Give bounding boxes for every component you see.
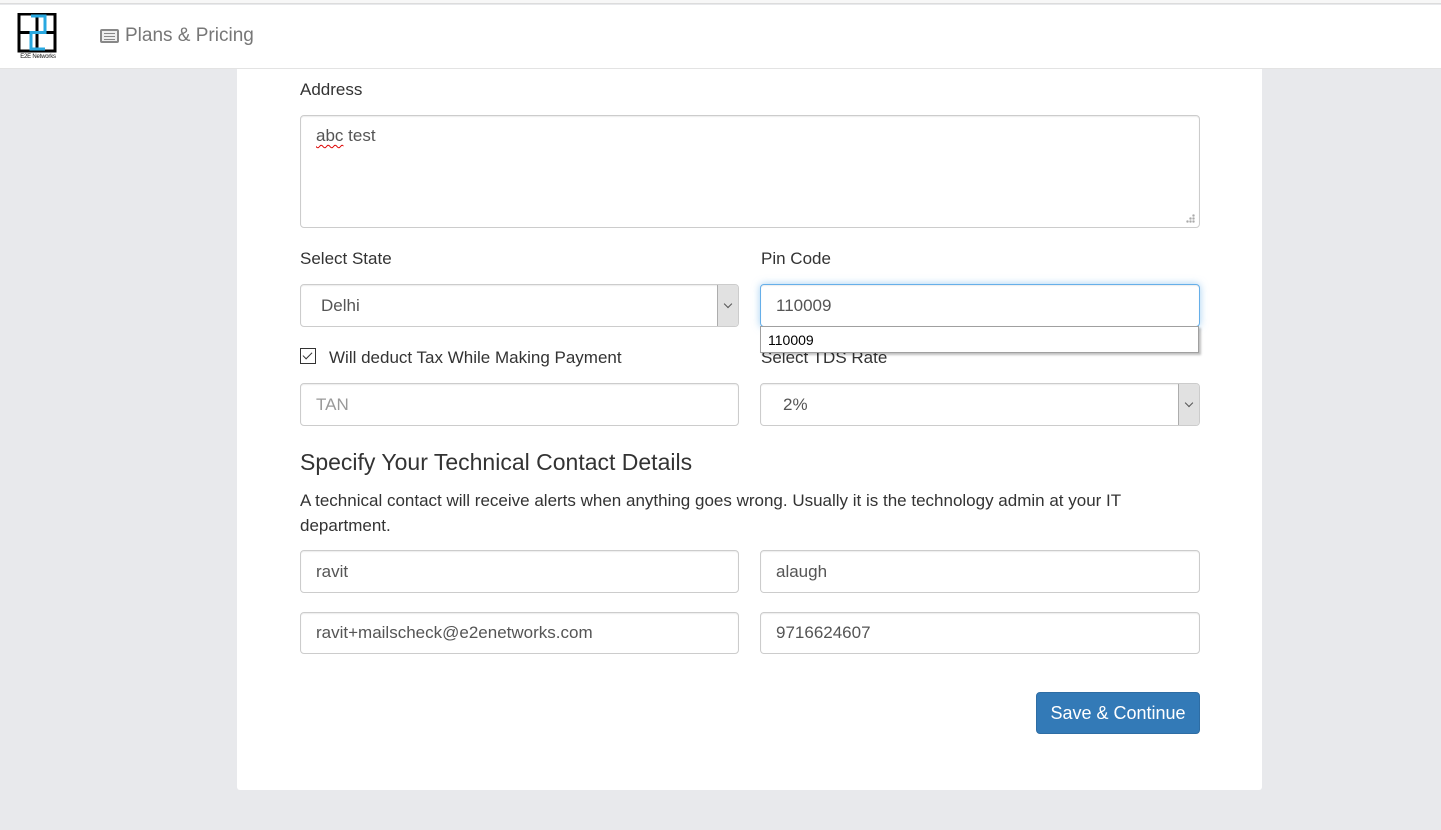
- browser-top-strip: [0, 0, 1441, 4]
- last-name-value: alaugh: [776, 561, 828, 581]
- save-continue-button[interactable]: Save & Continue: [1036, 692, 1200, 734]
- address-label: Address: [300, 80, 363, 99]
- state-label: Select State: [300, 249, 392, 268]
- email-value: ravit+mailscheck@e2enetworks.com: [316, 623, 593, 642]
- pin-code-label: Pin Code: [761, 249, 831, 268]
- state-selected-value: Delhi: [321, 295, 360, 315]
- logo-text: E2E Networks: [20, 54, 56, 60]
- phone-input[interactable]: 9716624607: [760, 612, 1200, 654]
- phone-value: 9716624607: [776, 623, 871, 642]
- nav-plans-pricing[interactable]: Plans & Pricing: [100, 25, 254, 47]
- state-select[interactable]: Delhi: [300, 284, 739, 327]
- chevron-down-icon[interactable]: [1178, 384, 1199, 425]
- address-value-misspelled: abc: [316, 126, 344, 145]
- address-value-rest: test: [343, 126, 376, 145]
- deduct-tax-label[interactable]: Will deduct Tax While Making Payment: [329, 348, 622, 368]
- logo-mark-icon: [17, 12, 57, 53]
- deduct-tax-checkbox[interactable]: [300, 348, 316, 364]
- email-input[interactable]: ravit+mailscheck@e2enetworks.com: [300, 612, 739, 654]
- chevron-down-icon[interactable]: [717, 285, 738, 326]
- top-navbar: E2E Networks Plans & Pricing: [0, 5, 1441, 69]
- checkmark-icon: [302, 349, 313, 360]
- pin-code-input[interactable]: 110009: [760, 284, 1200, 327]
- address-textarea[interactable]: abc test: [300, 115, 1200, 228]
- e2e-networks-logo[interactable]: E2E Networks: [17, 12, 59, 63]
- tds-rate-selected-value: 2%: [783, 394, 808, 414]
- first-name-input[interactable]: ravit: [300, 550, 739, 593]
- tan-placeholder: TAN: [316, 394, 349, 414]
- list-alt-icon: [100, 29, 119, 43]
- first-name-value: ravit: [316, 561, 349, 581]
- nav-plans-pricing-label: Plans & Pricing: [125, 25, 254, 46]
- technical-contact-heading: Specify Your Technical Contact Details: [300, 449, 693, 475]
- technical-contact-description: A technical contact will receive alerts …: [300, 491, 1121, 535]
- last-name-input[interactable]: alaugh: [760, 550, 1200, 593]
- tds-rate-select[interactable]: 2%: [760, 383, 1200, 426]
- resize-grip-icon[interactable]: [1186, 214, 1196, 224]
- tan-input[interactable]: TAN: [300, 383, 739, 426]
- pin-code-autocomplete-item[interactable]: 110009: [760, 326, 1199, 353]
- pin-code-value: 110009: [776, 295, 832, 315]
